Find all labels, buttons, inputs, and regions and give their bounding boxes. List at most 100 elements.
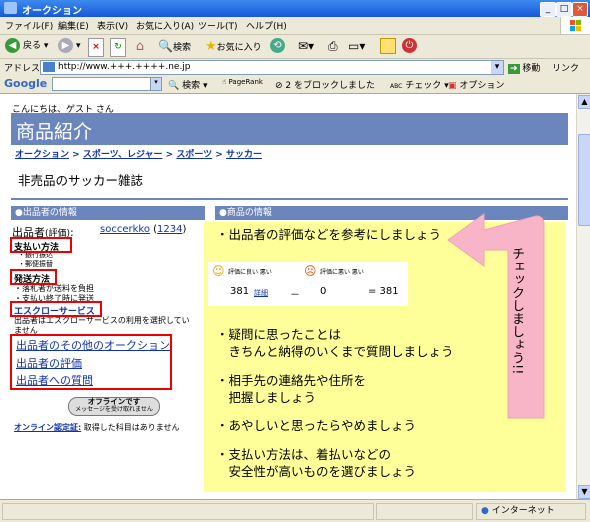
online-cert-text: 取得した科目はありません bbox=[83, 423, 180, 432]
bad-count: 0 bbox=[320, 286, 327, 297]
offline-status-title: オフラインです bbox=[87, 397, 141, 406]
tip-1: ・出品者の評価などを参考にしましょう bbox=[216, 227, 442, 242]
breadcrumb-soccer[interactable]: サッカー bbox=[226, 150, 262, 160]
search-button[interactable]: 🔍検索 bbox=[158, 38, 191, 55]
globe-icon: ● bbox=[481, 506, 489, 516]
menu-file[interactable]: ファイル(F) bbox=[5, 19, 53, 32]
history-icon[interactable]: ⟲ bbox=[270, 38, 288, 55]
standard-toolbar: ◀ 戻る ▾ ▶ ▾ × ↻ ⌂ 🔍検索 ★お気に入り ⟲ ✉▾ ⎙ ▭▾ ⏻ bbox=[0, 35, 590, 59]
tip-3: ・相手先の連絡先や住所を bbox=[216, 373, 367, 388]
seller-info-header: ●出品者の情報 bbox=[11, 206, 205, 220]
options-label: オプション bbox=[459, 81, 505, 91]
title-bar: オークション _ □ × bbox=[0, 0, 590, 17]
tip-2-cont: きちんと納得のいくまで質問しましょう bbox=[216, 344, 454, 359]
go-button[interactable]: ➜ 移動 bbox=[508, 61, 540, 74]
scroll-down-icon[interactable]: ▼ bbox=[578, 485, 590, 499]
favorites-button[interactable]: ★お気に入り bbox=[205, 38, 262, 55]
search-label: 検索 bbox=[172, 43, 191, 53]
item-title: 非売品のサッカー雑誌 bbox=[18, 173, 144, 188]
seller-name-link[interactable]: soccerkko bbox=[100, 224, 150, 235]
menu-bar: ファイル(F) 編集(E) 表示(V) お気に入り(A) ツール(T) ヘルプ(… bbox=[0, 17, 590, 35]
tip-5-cont: 安全性が高いものを選びましょう bbox=[216, 464, 417, 479]
google-search-button[interactable]: 🔍 検索 ▾ bbox=[168, 78, 208, 91]
google-search-input[interactable] bbox=[52, 77, 152, 91]
scroll-up-icon[interactable]: ▲ bbox=[578, 95, 590, 109]
escrow-highlight-box bbox=[10, 301, 102, 317]
links-highlight-box bbox=[10, 334, 172, 390]
home-icon[interactable]: ⌂ bbox=[132, 38, 148, 55]
breadcrumb-sep: > bbox=[72, 150, 80, 160]
window-title: オークション bbox=[22, 6, 82, 17]
back-arrow-icon: ◀ bbox=[5, 38, 20, 53]
pagerank-indicator[interactable]: ☝ PageRank bbox=[222, 78, 263, 86]
breadcrumb-auction[interactable]: オークション bbox=[15, 150, 69, 160]
spellcheck-label: チェック bbox=[405, 81, 442, 91]
menu-help[interactable]: ヘルプ(H) bbox=[246, 19, 287, 32]
minimize-button[interactable]: _ bbox=[540, 2, 556, 17]
menu-edit[interactable]: 編集(E) bbox=[58, 19, 89, 32]
menu-view[interactable]: 表示(V) bbox=[97, 19, 128, 32]
payment-item: ・郵便振替 bbox=[18, 260, 53, 268]
popup-blocker-button[interactable]: ⊘ 2 をブロックしました bbox=[275, 78, 375, 91]
favorites-label: お気に入り bbox=[216, 43, 262, 53]
breadcrumb-sports-leisure[interactable]: スポーツ、レジャー bbox=[83, 150, 163, 160]
address-dropdown-icon[interactable]: ▾ bbox=[491, 61, 503, 74]
popup-blocker-label: 2 をブロックしました bbox=[285, 81, 376, 91]
page-banner: 商品紹介 bbox=[11, 113, 568, 145]
tip-2: ・疑問に思ったことは bbox=[216, 327, 342, 342]
options-button[interactable]: ▣ オプション bbox=[448, 78, 504, 91]
menu-favorites[interactable]: お気に入り(A) bbox=[136, 19, 194, 32]
page-icon bbox=[43, 62, 55, 72]
minus-sign: － bbox=[290, 290, 300, 301]
mail-icon[interactable]: ✉▾ bbox=[298, 38, 314, 55]
eval-detail-link[interactable]: 詳細 bbox=[254, 288, 268, 298]
spellcheck-button[interactable]: ABC チェック ▾ bbox=[390, 78, 449, 91]
online-cert-row: オンライン認定証: 取得した科目はありません bbox=[14, 422, 180, 433]
spellcheck-icon: ABC bbox=[390, 83, 403, 90]
bad-eval-label: 評価に悪い 悪い bbox=[320, 269, 364, 276]
maximize-button[interactable]: □ bbox=[556, 2, 572, 17]
seller-rating-link[interactable]: 1234 bbox=[157, 224, 182, 235]
address-url: http://www.+++.++++.ne.jp bbox=[58, 62, 191, 72]
breadcrumb-sports[interactable]: スポーツ bbox=[176, 150, 212, 160]
address-input[interactable]: http://www.+++.++++.ne.jp ▾ bbox=[40, 60, 504, 75]
vertical-scrollbar[interactable]: ▲ ▼ bbox=[576, 94, 590, 499]
print-icon[interactable]: ⎙ bbox=[328, 38, 338, 55]
back-button[interactable]: ◀ 戻る ▾ bbox=[5, 38, 48, 55]
popup-blocker-icon: ⊘ bbox=[275, 81, 283, 91]
breadcrumb-sep: > bbox=[215, 150, 223, 160]
windows-logo-icon bbox=[560, 17, 590, 34]
menu-tools[interactable]: ツール(T) bbox=[198, 19, 238, 32]
pink-arrow-icon bbox=[447, 213, 545, 419]
google-logo[interactable]: Google bbox=[4, 77, 47, 90]
status-bar: ● インターネット bbox=[0, 499, 590, 522]
close-button[interactable]: × bbox=[572, 2, 588, 17]
google-toolbar: Google ▾ 🔍 検索 ▾ ☝ PageRank ⊘ 2 をブロックしました… bbox=[0, 75, 590, 94]
zone-pane: ● インターネット bbox=[476, 503, 586, 520]
messenger-icon[interactable]: ⏻ bbox=[402, 38, 420, 55]
go-label: 移動 bbox=[522, 64, 541, 74]
seller-id-row: soccerkko (1234) bbox=[100, 224, 187, 235]
refresh-icon[interactable]: ↻ bbox=[110, 38, 126, 57]
status-text-pane bbox=[2, 503, 374, 520]
discuss-icon[interactable] bbox=[380, 38, 396, 54]
breadcrumb: オークション > スポーツ、レジャー > スポーツ > サッカー bbox=[15, 147, 262, 160]
go-arrow-icon: ➜ bbox=[508, 64, 520, 74]
zone-label: インターネット bbox=[491, 506, 555, 516]
links-button[interactable]: リンク bbox=[552, 61, 579, 74]
forward-button[interactable]: ▶ ▾ bbox=[58, 38, 81, 55]
status-pane bbox=[376, 503, 473, 520]
eval-total: = 381 bbox=[368, 286, 399, 297]
google-search-label: 検索 bbox=[182, 81, 201, 91]
offline-status-button[interactable]: オフラインです メッセージを受け取れません bbox=[68, 397, 160, 416]
google-dropdown-icon[interactable]: ▾ bbox=[150, 77, 162, 91]
stop-icon[interactable]: × bbox=[88, 38, 104, 57]
online-cert-link[interactable]: オンライン認定証: bbox=[14, 423, 81, 432]
check-arrow-text: チェックしましょう!! bbox=[509, 247, 524, 375]
offline-status-subtitle: メッセージを受け取れません bbox=[75, 406, 153, 413]
edit-icon[interactable]: ▭▾ bbox=[348, 38, 365, 55]
frown-icon: ☹ bbox=[304, 264, 317, 278]
breadcrumb-sep: > bbox=[165, 150, 174, 160]
divider bbox=[11, 198, 568, 200]
scroll-thumb[interactable] bbox=[578, 134, 590, 226]
